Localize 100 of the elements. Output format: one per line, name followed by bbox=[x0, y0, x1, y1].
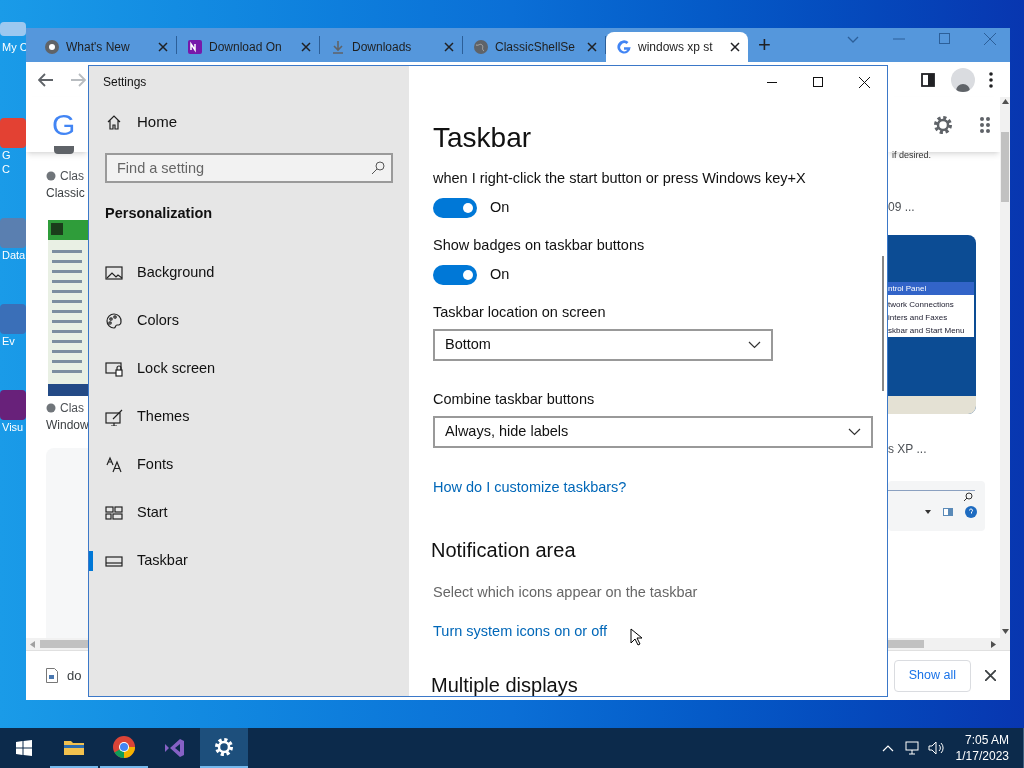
close-icon bbox=[587, 42, 597, 52]
desktop-shortcut-icon[interactable] bbox=[0, 218, 26, 248]
scrollbar-thumb[interactable] bbox=[1001, 132, 1009, 202]
minimize-icon bbox=[767, 81, 777, 83]
browser-tab[interactable]: ClassicShellSe bbox=[463, 32, 605, 62]
side-panel-icon bbox=[921, 72, 935, 87]
chevron-up-icon bbox=[881, 744, 894, 752]
kebab-menu-icon bbox=[989, 71, 993, 88]
search-icon bbox=[371, 161, 385, 175]
download-icon bbox=[330, 39, 346, 55]
dropdown[interactable]: Always, hide labels bbox=[433, 415, 873, 448]
scroll-up-icon bbox=[1001, 99, 1009, 104]
tab-title: ClassicShellSe bbox=[495, 39, 577, 56]
help-link[interactable]: How do I customize taskbars? bbox=[433, 476, 627, 497]
desktop-shortcut-icon[interactable] bbox=[0, 390, 26, 420]
scroll-left-icon bbox=[30, 640, 35, 648]
menu-item: inters and Faxes bbox=[888, 312, 949, 324]
setting-label: Combine taskbar buttons bbox=[433, 389, 595, 409]
font-letters-icon bbox=[105, 456, 123, 474]
search-icon bbox=[963, 492, 973, 502]
toggle-state-label: On bbox=[490, 198, 510, 217]
screenshot-thumbnail[interactable] bbox=[888, 481, 985, 531]
nav-item[interactable]: Themes bbox=[89, 393, 409, 441]
result-title[interactable]: Classic bbox=[46, 184, 88, 202]
browser-tab[interactable]: Downloads bbox=[320, 32, 462, 62]
page-title: Taskbar bbox=[433, 121, 532, 155]
back-arrow-icon bbox=[38, 72, 54, 87]
result-source[interactable]: Clas bbox=[60, 400, 84, 416]
apps-grid-icon bbox=[980, 115, 990, 134]
gif-badge-icon bbox=[54, 146, 74, 154]
profile-avatar-icon[interactable] bbox=[951, 67, 975, 92]
browser-tab[interactable]: windows xp st bbox=[606, 32, 748, 62]
scrollbar-thumb[interactable] bbox=[882, 256, 884, 391]
home-nav-item[interactable]: Home bbox=[89, 98, 409, 146]
section-heading: Personalization bbox=[105, 204, 213, 224]
window-title: Settings bbox=[103, 74, 147, 91]
brush-monitor-icon bbox=[105, 408, 123, 426]
browser-tab[interactable]: Download On bbox=[177, 32, 319, 62]
selection-indicator bbox=[89, 551, 93, 571]
result-title[interactable]: 09 ... bbox=[888, 199, 1000, 215]
toggle-switch[interactable] bbox=[433, 264, 477, 285]
screenshot-thumbnail[interactable]: ntrol Panel twork Connections inters and Faxes skbar and Start Menu bbox=[888, 235, 976, 414]
menu-item: twork Connections bbox=[888, 299, 955, 311]
scroll-down-icon bbox=[1001, 629, 1009, 634]
nav-item[interactable]: Colors bbox=[89, 297, 409, 345]
scrollbar-thumb[interactable] bbox=[40, 640, 88, 648]
section-heading: Multiple displays bbox=[431, 674, 578, 695]
close-icon bbox=[984, 33, 996, 45]
search-field[interactable]: Find a setting bbox=[105, 153, 393, 183]
maximize-icon bbox=[939, 33, 950, 44]
desktop-shortcut-icon[interactable] bbox=[0, 22, 26, 36]
menu-item: skbar and Start Menu bbox=[888, 325, 966, 337]
result-card[interactable] bbox=[46, 448, 88, 638]
result-title[interactable]: Window bbox=[46, 416, 88, 434]
tab-title: What's New bbox=[66, 39, 131, 56]
new-tab-button[interactable]: + bbox=[758, 34, 771, 56]
help-link[interactable]: Turn system icons on or off bbox=[433, 620, 608, 641]
scroll-right-icon bbox=[991, 640, 996, 648]
tab-title: Downloads bbox=[352, 39, 413, 56]
download-file-name[interactable]: do bbox=[67, 665, 82, 686]
show-all-button[interactable]: Show all bbox=[893, 659, 971, 692]
palette-icon bbox=[105, 312, 123, 330]
nav-item[interactable]: Fonts bbox=[89, 441, 409, 489]
toggle-switch[interactable] bbox=[433, 197, 477, 218]
close-icon bbox=[444, 42, 454, 52]
desktop-shortcut-icon[interactable] bbox=[0, 118, 26, 148]
nav-item[interactable]: Background bbox=[89, 249, 409, 297]
scrollbar-thumb[interactable] bbox=[888, 640, 924, 648]
setting-label: when I right-click the start button or press Windows key+X bbox=[433, 169, 806, 188]
start-menu-thumbnail[interactable] bbox=[48, 220, 90, 396]
result-source[interactable]: Clas bbox=[60, 168, 84, 184]
browser-logo-icon bbox=[112, 735, 136, 759]
nav-item[interactable]: Lock screen bbox=[89, 345, 409, 393]
result-snippet: if desired. bbox=[891, 149, 933, 161]
clock-date[interactable]: 1/17/2023 bbox=[955, 748, 1009, 764]
taskbar-app-button[interactable] bbox=[200, 728, 248, 768]
browser-tab[interactable]: What's New bbox=[34, 32, 176, 62]
dropdown[interactable]: Bottom bbox=[433, 328, 773, 361]
mouse-pointer-icon bbox=[630, 628, 642, 646]
browser-logo-icon bbox=[44, 39, 60, 55]
search-engine-logo[interactable]: G bbox=[52, 108, 76, 141]
chevron-down-icon bbox=[848, 427, 861, 436]
globe-icon bbox=[473, 39, 489, 55]
close-icon bbox=[301, 42, 311, 52]
globe-icon bbox=[46, 171, 56, 181]
clock-time[interactable]: 7:05 AM bbox=[964, 732, 1009, 748]
settings-icon bbox=[212, 735, 236, 759]
nav-item[interactable]: Start bbox=[89, 489, 409, 537]
tab-title: Download On bbox=[209, 39, 283, 56]
caret-icon bbox=[925, 510, 931, 514]
result-title[interactable]: s XP ... bbox=[888, 441, 1000, 457]
chevron-down-icon bbox=[748, 340, 761, 349]
settings-icon bbox=[932, 113, 954, 136]
close-icon bbox=[730, 42, 740, 52]
tab-title: windows xp st bbox=[638, 39, 714, 56]
close-icon bbox=[985, 670, 996, 681]
search-engine-logo-icon bbox=[616, 39, 632, 55]
pane-icon bbox=[943, 508, 953, 516]
desktop-shortcut-icon[interactable] bbox=[0, 304, 26, 334]
notebook-icon bbox=[187, 39, 203, 55]
